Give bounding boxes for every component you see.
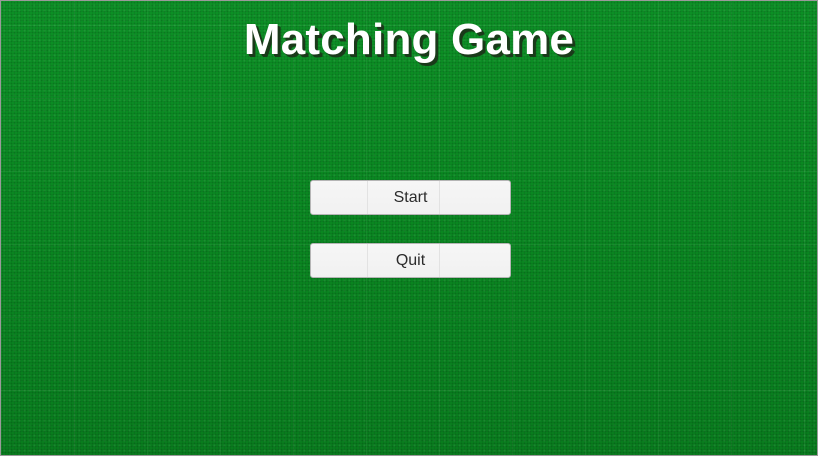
button-divider bbox=[367, 181, 368, 214]
quit-button[interactable]: Quit bbox=[310, 243, 511, 278]
quit-button-label: Quit bbox=[395, 252, 426, 269]
button-divider bbox=[439, 244, 440, 277]
game-menu-screen: Matching Game Start Quit bbox=[0, 0, 818, 456]
button-divider bbox=[367, 244, 368, 277]
start-button[interactable]: Start bbox=[310, 180, 511, 215]
button-divider bbox=[439, 181, 440, 214]
start-button-label: Start bbox=[393, 189, 428, 206]
game-title: Matching Game bbox=[243, 15, 575, 64]
